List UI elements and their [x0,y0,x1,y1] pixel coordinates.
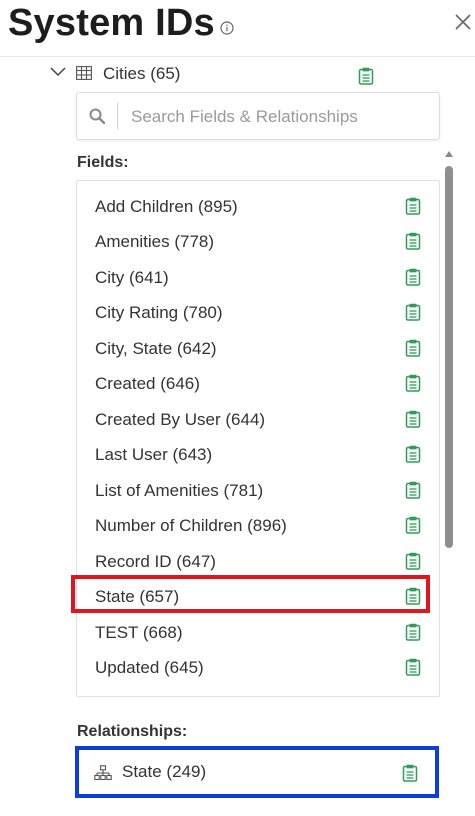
clipboard-icon[interactable] [405,516,421,534]
field-row[interactable]: City Rating (780) [95,298,425,328]
field-label: City, State (642) [95,339,217,358]
clipboard-icon[interactable] [405,410,421,428]
hierarchy-icon [94,765,112,781]
search-icon [89,108,105,124]
field-row[interactable]: City, State (642) [95,334,425,364]
scrollbar[interactable] [443,150,455,695]
tree-node-label: Cities (65) [103,64,181,83]
field-row[interactable]: City (641) [95,263,425,293]
clipboard-icon[interactable] [405,374,421,392]
field-label: City Rating (780) [95,303,223,322]
field-label: Created By User (644) [95,410,266,429]
field-row[interactable]: Created (646) [95,369,425,399]
clipboard-icon[interactable] [405,232,421,250]
field-label: Amenities (778) [95,232,215,251]
table-icon [76,66,92,80]
search-divider [117,103,118,129]
fields-section-label: Fields: [77,154,129,171]
clipboard-icon[interactable] [405,587,421,605]
search-box [76,92,440,140]
field-label: City (641) [95,268,169,287]
field-label: TEST (668) [95,623,183,642]
relationships-section-label: Relationships: [77,723,188,740]
search-input[interactable] [129,103,433,131]
field-row[interactable]: TEST (668) [95,618,425,648]
panel-title: System IDs [8,2,215,44]
field-row[interactable]: Amenities (778) [95,227,425,257]
field-row[interactable]: Updated (645) [95,653,425,683]
field-row-state[interactable]: State (657) [95,582,425,612]
field-row[interactable]: Created By User (644) [95,405,425,435]
clipboard-icon[interactable] [405,303,421,321]
clipboard-icon[interactable] [405,481,421,499]
field-label: Add Children (895) [95,197,238,216]
field-row[interactable]: Last User (643) [95,440,425,470]
field-row[interactable]: Number of Children (896) [95,511,425,541]
close-icon[interactable] [454,13,472,31]
field-label: Updated (645) [95,658,204,677]
panel-header: System IDs [0,0,475,57]
fields-list: Add Children (895) Amenities (778) City … [76,180,440,697]
scrollbar-thumb[interactable] [445,166,453,548]
clipboard-icon[interactable] [405,339,421,357]
field-label: Created (646) [95,374,200,393]
scroll-up-arrow-icon[interactable] [444,150,454,158]
tree-node-cities[interactable]: Cities (65) [48,62,438,86]
chevron-down-icon[interactable] [50,66,66,78]
clipboard-icon[interactable] [358,67,374,85]
clipboard-icon[interactable] [405,658,421,676]
clipboard-icon[interactable] [402,764,418,782]
field-label: Number of Children (896) [95,516,287,535]
clipboard-icon[interactable] [405,268,421,286]
info-icon[interactable] [220,21,234,35]
field-row[interactable]: List of Amenities (781) [95,476,425,506]
relationship-label: State (249) [122,762,207,781]
clipboard-icon[interactable] [405,623,421,641]
field-label: Record ID (647) [95,552,216,571]
field-row[interactable]: Record ID (647) [95,547,425,577]
field-label: State (657) [95,587,180,606]
clipboard-icon[interactable] [405,552,421,570]
field-row[interactable]: Add Children (895) [95,192,425,222]
relationship-row-state[interactable]: State (249) [80,752,436,792]
field-label: List of Amenities (781) [95,481,264,500]
field-label: Last User (643) [95,445,213,464]
clipboard-icon[interactable] [405,197,421,215]
clipboard-icon[interactable] [405,445,421,463]
